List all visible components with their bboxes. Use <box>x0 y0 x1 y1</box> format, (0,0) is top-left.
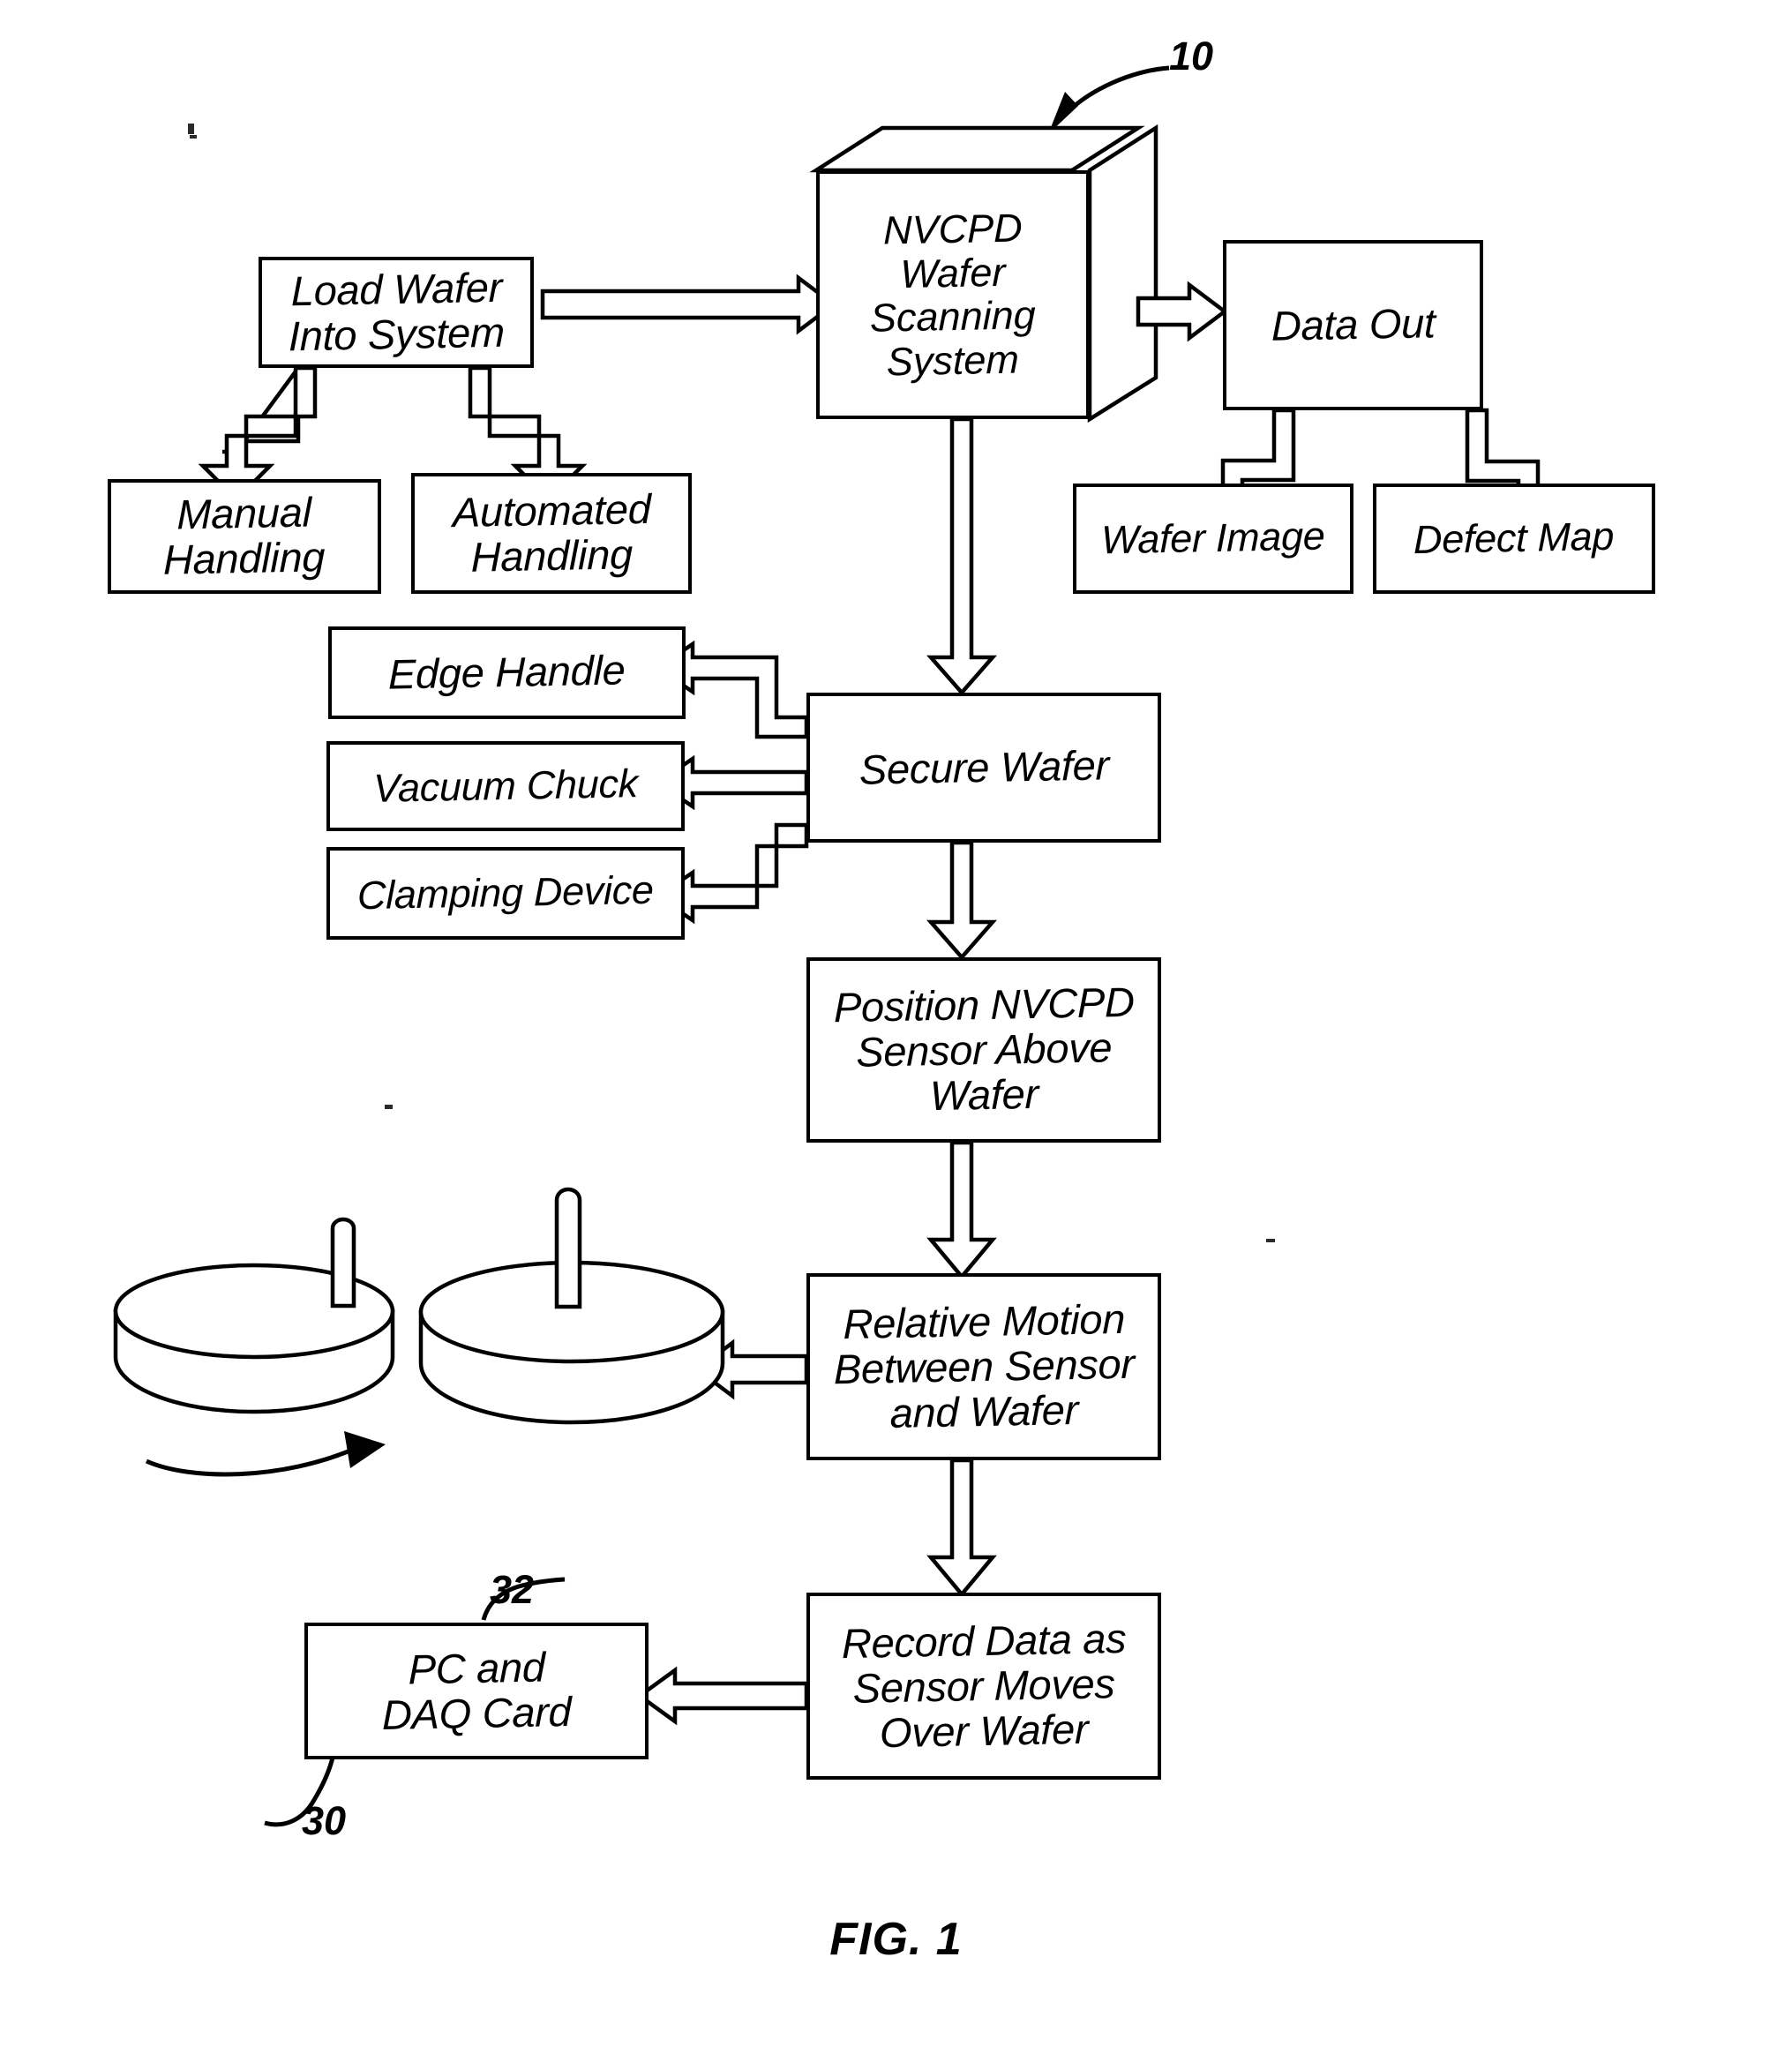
figure-caption: FIG. 1 <box>829 1914 963 1965</box>
scan-speck <box>385 1105 393 1109</box>
node-load-wafer-into-system-label: Load Wafer Into System <box>288 263 505 360</box>
arrow-record-data-to-pc-daq <box>636 1666 809 1726</box>
node-pc-and-daq-card[interactable]: PC and DAQ Card <box>304 1623 649 1759</box>
node-vacuum-chuck[interactable]: Vacuum Chuck <box>326 741 685 831</box>
reference-numeral-10: 10 <box>1169 34 1214 79</box>
reference-numeral-30: 30 <box>302 1798 347 1843</box>
scan-speck <box>188 124 194 134</box>
node-manual-handling[interactable]: Manual Handling <box>108 479 381 594</box>
node-defect-map[interactable]: Defect Map <box>1373 484 1655 594</box>
arrow-relative-motion-to-wafer-illustration <box>694 1338 809 1400</box>
node-nvcpd-wafer-scanning-system[interactable]: NVCPD Wafer Scanning System <box>816 128 1138 419</box>
node-relative-motion-between-sensor-and-wafer-label: Relative Motion Between Sensor and Wafer <box>833 1294 1135 1436</box>
node-secure-wafer-label: Secure Wafer <box>859 740 1109 793</box>
node-wafer-image-label: Wafer Image <box>1101 513 1325 563</box>
arrow-load-wafer-to-nvcpd <box>540 274 837 335</box>
node-data-out-label: Data Out <box>1271 299 1436 349</box>
node-nvcpd-wafer-scanning-system-label: NVCPD Wafer Scanning System <box>870 205 1036 384</box>
node-clamping-device[interactable]: Clamping Device <box>326 847 685 940</box>
node-clamping-device-label: Clamping Device <box>357 866 654 919</box>
arrow-nvcpd-to-secure-wafer <box>926 416 997 696</box>
scan-speck <box>190 135 197 139</box>
node-vacuum-chuck-label: Vacuum Chuck <box>373 760 638 811</box>
left-wafer-disc-illustration <box>113 1217 395 1477</box>
node-wafer-image[interactable]: Wafer Image <box>1073 484 1353 594</box>
arrow-position-sensor-to-relative-motion <box>926 1140 997 1280</box>
node-load-wafer-into-system[interactable]: Load Wafer Into System <box>259 257 534 368</box>
node-secure-wafer[interactable]: Secure Wafer <box>806 693 1161 843</box>
node-data-out[interactable]: Data Out <box>1223 240 1483 410</box>
node-automated-handling-label: Automated Handling <box>452 484 651 581</box>
node-defect-map-label: Defect Map <box>1413 514 1615 563</box>
arrow-nvcpd-to-data-out <box>1136 281 1228 342</box>
scan-speck <box>1266 1239 1275 1242</box>
node-manual-handling-label: Manual Handling <box>163 488 326 583</box>
arrow-relative-motion-to-record-data <box>926 1458 997 1598</box>
arrow-secure-wafer-to-position-sensor <box>926 840 997 961</box>
reference-numeral-32: 32 <box>490 1567 535 1612</box>
right-wafer-disc-illustration <box>418 1187 725 1425</box>
leader-10 <box>1048 65 1170 134</box>
node-edge-handle-label: Edge Handle <box>388 646 626 698</box>
node-record-data-as-sensor-moves-over-wafer[interactable]: Record Data as Sensor Moves Over Wafer <box>806 1593 1161 1780</box>
node-automated-handling[interactable]: Automated Handling <box>411 473 692 594</box>
node-position-nvcpd-sensor-above-wafer[interactable]: Position NVCPD Sensor Above Wafer <box>806 957 1161 1143</box>
node-record-data-as-sensor-moves-over-wafer-label: Record Data as Sensor Moves Over Wafer <box>841 1614 1127 1756</box>
node-position-nvcpd-sensor-above-wafer-label: Position NVCPD Sensor Above Wafer <box>833 978 1135 1119</box>
node-edge-handle[interactable]: Edge Handle <box>328 626 686 719</box>
node-relative-motion-between-sensor-and-wafer[interactable]: Relative Motion Between Sensor and Wafer <box>806 1273 1161 1460</box>
node-pc-and-daq-card-label: PC and DAQ Card <box>381 1643 572 1738</box>
patent-figure-sheet: .ol { fill:#ffffff; stroke:#000000; stro… <box>0 0 1792 2047</box>
node-nvcpd-front-face: NVCPD Wafer Scanning System <box>816 170 1090 419</box>
